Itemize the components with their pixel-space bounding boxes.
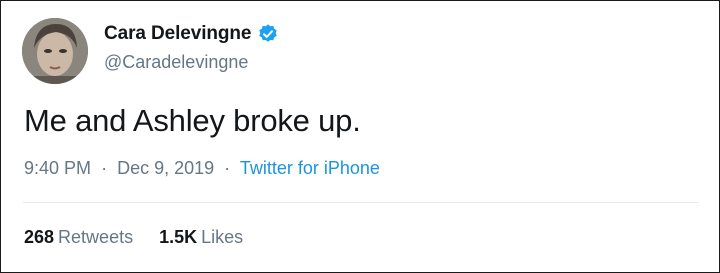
author-row: Cara Delevingne <box>104 23 279 45</box>
tweet-card: Cara Delevingne @Caradelevingne Me and A… <box>0 0 720 273</box>
avatar[interactable] <box>22 18 88 84</box>
tweet-source-link[interactable]: Twitter for iPhone <box>240 158 380 178</box>
retweets-count: 268 <box>24 227 55 247</box>
meta-separator: · <box>96 158 113 178</box>
likes-stat[interactable]: 1.5K Likes <box>159 227 243 248</box>
likes-label: Likes <box>201 227 244 247</box>
author-name[interactable]: Cara Delevingne <box>104 23 252 45</box>
retweets-label: Retweets <box>58 227 134 247</box>
avatar-photo-icon <box>22 18 88 84</box>
tweet-stats: 268 Retweets 1.5K Likes <box>24 227 269 248</box>
divider <box>23 202 699 203</box>
tweet-time[interactable]: 9:40 PM <box>24 158 91 178</box>
tweet-text: Me and Ashley broke up. <box>24 103 361 138</box>
tweet-date[interactable]: Dec 9, 2019 <box>117 158 214 178</box>
author-handle[interactable]: @Caradelevingne <box>104 52 248 73</box>
likes-count: 1.5K <box>159 227 198 247</box>
retweets-stat[interactable]: 268 Retweets <box>24 227 133 248</box>
verified-badge-icon <box>257 23 279 45</box>
tweet-meta: 9:40 PM · Dec 9, 2019 · Twitter for iPho… <box>24 158 380 179</box>
meta-separator: · <box>219 158 236 178</box>
